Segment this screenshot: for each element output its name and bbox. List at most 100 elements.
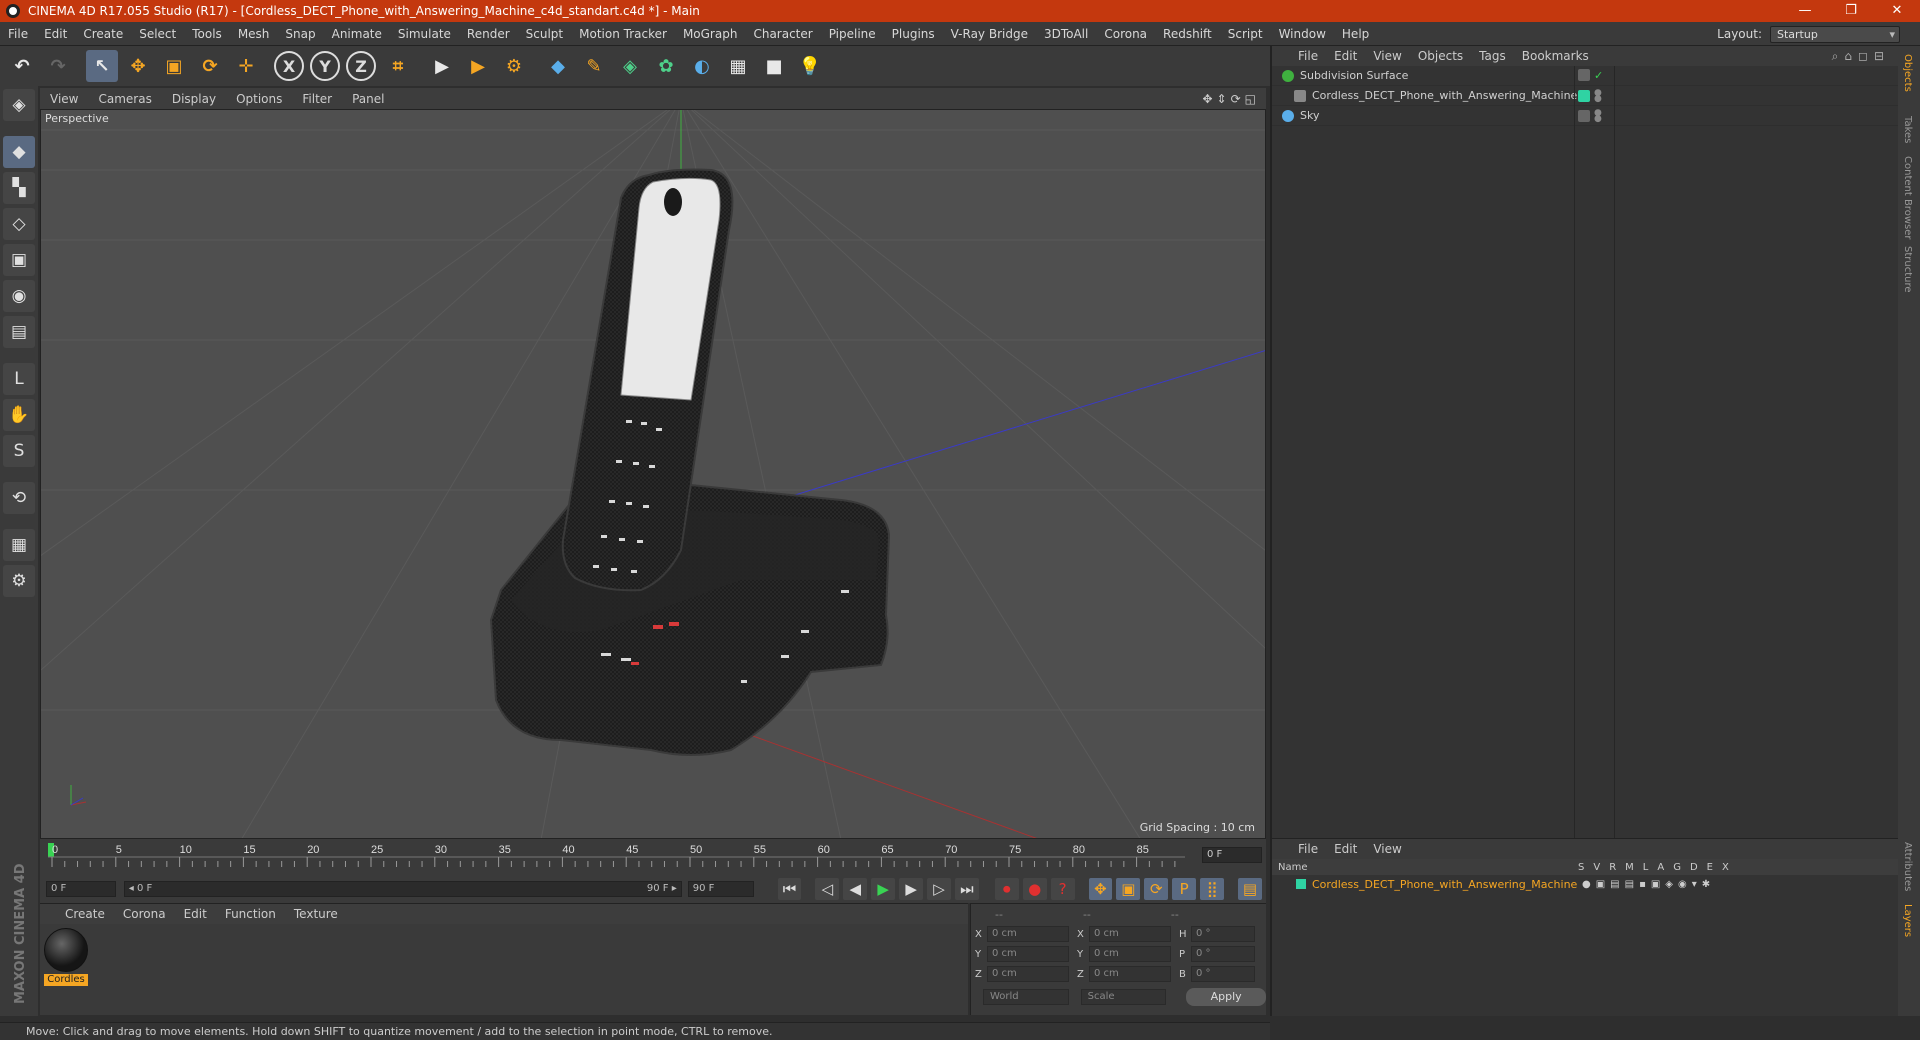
floor-object-icon[interactable]: ▦ [722,50,754,82]
autokeying-icon[interactable]: ● [1022,878,1047,900]
object-menu-objects[interactable]: Objects [1410,49,1471,63]
solo-mode-icon[interactable]: S [3,435,35,467]
previous-frame-icon[interactable]: ◀ [843,878,868,900]
viewport-menu-display[interactable]: Display [162,92,226,106]
keyframe-selection-icon[interactable]: ? [1050,878,1075,900]
visibility-dots-icon[interactable]: ● ● [1594,108,1602,123]
enabled-check-icon[interactable]: ✓ [1594,69,1603,82]
material-menu-create[interactable]: Create [56,907,114,921]
move-tool-icon[interactable]: ✥ [122,50,154,82]
previous-key-icon[interactable]: ◁ [815,878,840,900]
size-y-field[interactable]: 0 cm [1089,946,1171,962]
record-active-objects-icon[interactable]: ⏺ [994,878,1019,900]
layer-color-swatch[interactable] [1296,879,1306,889]
axis-mode-icon[interactable]: L [3,363,35,395]
layer-menu-edit[interactable]: Edit [1326,842,1365,856]
pen-spline-icon[interactable]: ✎ [578,50,610,82]
tab-layers[interactable]: Layers [1902,904,1913,937]
perspective-viewport[interactable]: Perspective Grid Spacing : 10 cm [40,109,1266,839]
model-mode-icon[interactable]: ◆ [3,136,35,168]
go-to-end-icon[interactable]: ⏭ [954,878,979,900]
select-tool-icon[interactable]: ↖ [86,50,118,82]
texture-mode-icon[interactable]: ▚ [3,172,35,204]
menu-edit[interactable]: Edit [36,22,75,46]
object-menu-bookmarks[interactable]: Bookmarks [1514,49,1597,63]
tab-structure[interactable]: Structure [1902,246,1913,293]
viewport-menu-view[interactable]: View [40,92,88,106]
menu-sculpt[interactable]: Sculpt [518,22,571,46]
deformer-icon[interactable]: ◐ [686,50,718,82]
menu-select[interactable]: Select [131,22,184,46]
object-menu-file[interactable]: File [1290,49,1326,63]
viewport-menu-filter[interactable]: Filter [292,92,342,106]
menu-help[interactable]: Help [1334,22,1377,46]
rotation-h-field[interactable]: 0 ° [1191,926,1255,942]
tab-takes[interactable]: Takes [1902,116,1913,143]
rotation-b-field[interactable]: 0 ° [1191,966,1255,982]
timeline-window-icon[interactable]: ▤ [1238,878,1262,900]
polygons-mode-icon[interactable]: ▤ [3,316,35,348]
object-manager-toolbar-icons[interactable]: ⌕⌂◻⊟ [1832,49,1890,64]
transform-tool-icon[interactable]: ✛ [230,50,262,82]
material-menu-function[interactable]: Function [216,907,285,921]
layer-row[interactable]: Cordless_DECT_Phone_with_Answering_Machi… [1272,875,1898,893]
key-rotation-icon[interactable]: ⟳ [1144,878,1169,900]
subdivision-surface-icon[interactable]: ◈ [614,50,646,82]
restore-button[interactable]: ❐ [1828,0,1874,22]
planar-workplane-icon[interactable]: ⚙ [3,565,35,597]
layer-color-icon[interactable] [1578,89,1590,102]
material-thumbnail[interactable]: Cordles [44,928,88,986]
tweak-mode-icon[interactable]: ✋ [3,399,35,431]
key-pla-icon[interactable]: ⣿ [1200,878,1225,900]
key-position-icon[interactable]: ✥ [1088,878,1113,900]
key-parameter-icon[interactable]: P [1172,878,1197,900]
go-to-start-icon[interactable]: ⏮ [777,878,802,900]
render-picture-viewer-icon[interactable]: ▶ [462,50,494,82]
object-row-subdivision-surface[interactable]: Subdivision Surface ✓ [1272,66,1898,86]
position-z-field[interactable]: 0 cm [987,966,1069,982]
tab-content-browser[interactable]: Content Browser [1902,156,1913,239]
object-menu-tags[interactable]: Tags [1471,49,1514,63]
menu-snap[interactable]: Snap [277,22,323,46]
close-button[interactable]: ✕ [1874,0,1920,22]
viewport-menu-panel[interactable]: Panel [342,92,394,106]
column-divider[interactable] [1614,66,1615,838]
coordinate-space-dropdown[interactable]: World [983,989,1069,1005]
timeline-ruler[interactable]: 051015202530354045505560657075808590 0 F [40,839,1266,875]
tab-attributes[interactable]: Attributes [1902,842,1913,891]
position-y-field[interactable]: 0 cm [987,946,1069,962]
menu-motion-tracker[interactable]: Motion Tracker [571,22,675,46]
layer-flag-icon[interactable] [1578,69,1590,81]
position-x-field[interactable]: 0 cm [987,926,1069,942]
minimize-button[interactable]: — [1782,0,1828,22]
render-settings-icon[interactable]: ⚙ [498,50,530,82]
layer-flag-icon[interactable] [1578,109,1590,122]
workplane-lock-icon[interactable]: ▦ [3,529,35,561]
edges-mode-icon[interactable]: ◉ [3,280,35,312]
object-row-sky[interactable]: Sky ● ● [1272,106,1898,126]
visibility-dots-icon[interactable]: ● ● [1594,88,1602,103]
object-menu-view[interactable]: View [1365,49,1409,63]
menu-script[interactable]: Script [1220,22,1271,46]
rotate-tool-icon[interactable]: ⟳ [194,50,226,82]
layer-menu-file[interactable]: File [1290,842,1326,856]
render-view-icon[interactable]: ▶ [426,50,458,82]
size-x-field[interactable]: 0 cm [1089,926,1171,942]
tab-objects[interactable]: Objects [1902,54,1913,92]
key-scale-icon[interactable]: ▣ [1116,878,1141,900]
menu-mesh[interactable]: Mesh [230,22,278,46]
size-z-field[interactable]: 0 cm [1089,966,1171,982]
play-forward-icon[interactable]: ▶ [871,878,896,900]
menu-file[interactable]: File [0,22,36,46]
menu-tools[interactable]: Tools [184,22,230,46]
menu-redshift[interactable]: Redshift [1155,22,1220,46]
viewport-navigation-icons[interactable]: ✥⇕⟳◱ [1202,92,1260,106]
viewport-menu-options[interactable]: Options [226,92,292,106]
workplane-mode-icon[interactable]: ◇ [3,208,35,240]
menu-create[interactable]: Create [75,22,131,46]
apply-button[interactable]: Apply [1186,988,1266,1006]
redo-icon[interactable]: ↷ [42,50,74,82]
next-frame-icon[interactable]: ▶ [899,878,924,900]
menu-render[interactable]: Render [459,22,518,46]
menu-plugins[interactable]: Plugins [884,22,943,46]
